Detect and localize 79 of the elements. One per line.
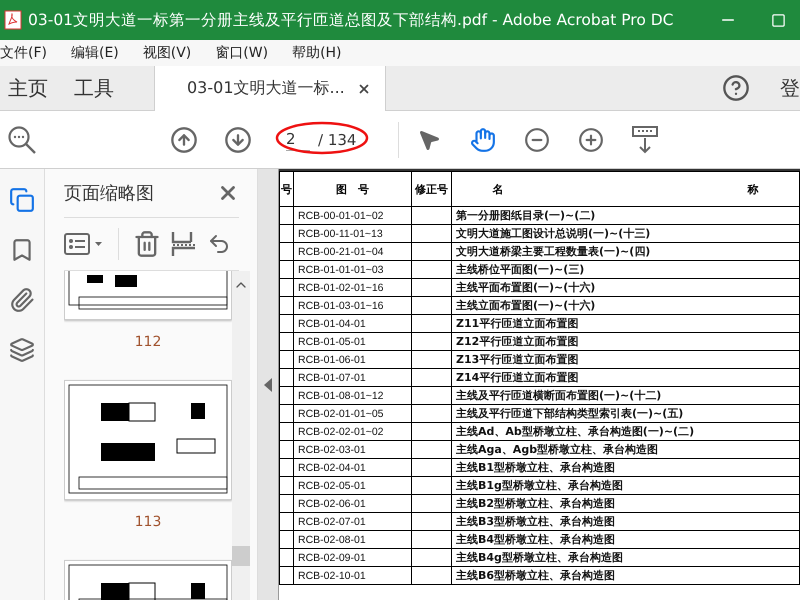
table-cell: 主线及平行匝道横断面布置图(一)~(十二) [452,386,800,404]
table-cell: RCB-02-03-01 [294,440,412,458]
split-page-button[interactable] [171,230,197,258]
table-cell: RCB-01-01-01~03 [294,260,412,278]
table-cell: Z12平行匝道立面布置图 [452,332,800,350]
table-cell: 主线立面布置图(一)~(十六) [452,296,800,314]
page-number-field[interactable]: 2 [286,128,310,151]
table-cell: RCB-00-01-01~02 [294,206,412,224]
table-cell: 文明大道施工图设计总说明(一)~(十三) [452,224,800,242]
pages-panel-button[interactable] [7,185,37,215]
table-cell: 文明大道桥梁主要工程数量表(一)~(四) [452,242,800,260]
table-cell: 主线B6型桥墩立柱、承台构造图 [452,566,800,584]
table-cell: RCB-00-11-01~13 [294,224,412,242]
thumbnail-options-button[interactable] [64,232,104,256]
table-cell: RCB-01-08-01~12 [294,386,412,404]
table-cell: RCB-01-06-01 [294,350,412,368]
menu-item[interactable]: 编辑(E) [70,44,131,62]
table-cell: 第一分册图纸目录(一)~(二) [452,206,800,224]
fit-width-icon [632,126,658,154]
table-cell: RCB-01-03-01~16 [294,296,412,314]
table-cell: 主线B4g型桥墩立柱、承台构造图 [452,548,800,566]
zoom-out-icon [524,126,550,152]
page-number-label: 112 [134,334,162,350]
table-cell: RCB-02-02-01~02 [294,422,412,440]
table-cell: RCB-02-08-01 [294,530,412,548]
table-cell: RCB-01-02-01~16 [294,278,412,296]
collapse-triangle-icon[interactable] [264,378,272,392]
table-cell: Z13平行匝道立面布置图 [452,350,800,368]
pages-icon [9,187,35,213]
window-title: 03-01文明大道一标第一分册主线及平行匝道总图及下部结构.pdf - Adobe Acrobat Pro DC [28,10,674,30]
scrollbar-thumb[interactable] [232,546,250,566]
table-cell: 主线B2型桥墩立柱、承台构造图 [452,494,800,512]
tab[interactable]: 工具 [66,66,132,110]
delete-page-button[interactable] [133,230,161,258]
layers-icon [9,337,35,363]
table-cell: RCB-01-04-01 [294,314,412,332]
table-cell: 主线平面布置图(一)~(十六) [452,278,800,296]
table-cell: 主线B1g型桥墩立柱、承台构造图 [452,476,800,494]
layers-panel-button[interactable] [7,335,37,365]
pdf-file-icon [4,10,22,30]
table-cell: RCB-02-04-01 [294,458,412,476]
table-cell: RCB-02-01-01~05 [294,404,412,422]
close-tab-button[interactable] [356,82,371,96]
column-header: 修正号 [412,172,452,206]
column-header: 名 称 [452,172,800,206]
table-cell: RCB-01-05-01 [294,332,412,350]
menu-item[interactable]: 文件(F) [0,44,59,62]
sign-in-label[interactable]: 登 [780,66,800,110]
table-cell: RCB-02-06-01 [294,494,412,512]
table-cell: RCB-02-09-01 [294,548,412,566]
menu-item[interactable]: 视图(V) [142,44,204,62]
menu-item[interactable]: 帮助(H) [292,44,354,62]
table-cell: RCB-02-07-01 [294,512,412,530]
table-cell: 主线及平行匝道下部结构类型索引表(一)~(五) [452,404,800,422]
tab[interactable]: 主页 [0,66,66,110]
table-cell: 主线桥位平面图(一)~(三) [452,260,800,278]
table-cell: RCB-00-21-01~04 [294,242,412,260]
table-cell: Z14平行匝道立面布置图 [452,368,800,386]
panel-title: 页面缩略图 [64,182,154,205]
table-cell: 主线B4型桥墩立柱、承台构造图 [452,530,800,548]
table-cell: Z11平行匝道立面布置图 [452,314,800,332]
table-cell: 主线Aga、Agb型桥墩立柱、承台构造图 [452,440,800,458]
maximize-icon[interactable] [770,12,786,28]
table-cell: RCB-02-05-01 [294,476,412,494]
column-header: 图 号 [294,172,412,206]
menu-item[interactable]: 窗口(W) [215,44,280,62]
page-number-label: 113 [134,514,162,530]
paperclip-icon [9,287,35,313]
rotate-button[interactable] [207,232,231,256]
hand-icon [470,126,496,152]
zoom-in-icon [578,126,604,152]
table-cell: 主线Ad、Ab型桥墩立柱、承台构造图(一)~(二) [452,422,800,440]
table-cell: 主线B3型桥墩立柱、承台构造图 [452,512,800,530]
column-header: 号 [280,172,294,206]
page-count: / 134 [318,130,356,148]
table-cell: 主线B1型桥墩立柱、承台构造图 [452,458,800,476]
tab[interactable]: 03-01文明大道一标... [154,66,386,111]
table-cell: RCB-01-07-01 [294,368,412,386]
table-cell: RCB-02-10-01 [294,566,412,584]
